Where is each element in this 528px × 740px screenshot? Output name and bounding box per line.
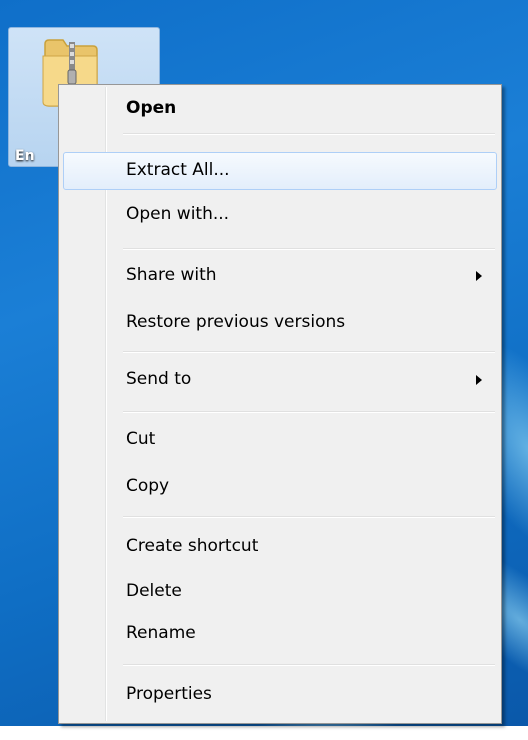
submenu-arrow-icon (476, 375, 482, 385)
menu-item-copy[interactable]: Copy (63, 468, 497, 506)
menu-item-send-to[interactable]: Send to (63, 361, 497, 399)
menu-item-share-with[interactable]: Share with (63, 257, 497, 295)
menu-item-open[interactable]: Open (63, 90, 497, 128)
menu-item-label: Copy (126, 476, 170, 496)
menu-separator (123, 516, 495, 518)
menu-item-delete[interactable]: Delete (63, 573, 497, 611)
menu-item-cut[interactable]: Cut (63, 421, 497, 459)
menu-item-label: Open with... (126, 204, 230, 224)
menu-item-rename[interactable]: Rename (63, 615, 497, 653)
menu-item-label: Delete (126, 581, 182, 601)
menu-item-label: Extract All... (126, 160, 230, 180)
bottom-strip (0, 726, 528, 740)
context-menu: Open Extract All... Open with... Share w… (58, 84, 502, 724)
submenu-arrow-icon (476, 271, 482, 281)
menu-separator (123, 133, 495, 135)
menu-separator (123, 351, 495, 353)
menu-item-properties[interactable]: Properties (63, 676, 497, 714)
menu-item-label: Send to (126, 369, 192, 389)
menu-item-label: Restore previous versions (126, 312, 346, 332)
menu-item-create-shortcut[interactable]: Create shortcut (63, 528, 497, 566)
menu-item-restore-previous-versions[interactable]: Restore previous versions (63, 304, 497, 342)
menu-item-extract-all[interactable]: Extract All... (63, 152, 497, 190)
menu-item-label: Rename (126, 623, 196, 643)
menu-item-label: Open (126, 98, 177, 118)
menu-item-label: Cut (126, 429, 156, 449)
menu-separator (123, 248, 495, 250)
menu-separator (123, 664, 495, 666)
menu-item-open-with[interactable]: Open with... (63, 196, 497, 234)
menu-item-label: Properties (126, 684, 212, 704)
menu-item-label: Create shortcut (126, 536, 259, 556)
desktop-icon-label: En (15, 148, 35, 164)
menu-separator (123, 411, 495, 413)
menu-item-label: Share with (126, 265, 217, 285)
